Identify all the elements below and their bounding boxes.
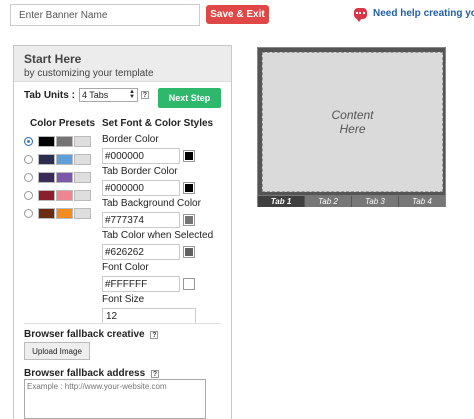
preview-tab-2[interactable]: Tab 2 (305, 196, 352, 207)
preset-swatch (38, 153, 55, 165)
fallback-creative-label: Browser fallback creative ? (24, 329, 159, 340)
preview-tab-3[interactable]: Tab 3 (352, 196, 399, 207)
banner-preview: Content Here Tab 1 Tab 2 Tab 3 Tab 4 (257, 47, 446, 207)
color-preset-2[interactable] (24, 153, 101, 165)
color-hex-input[interactable]: #626262 (102, 243, 180, 260)
preset-swatch (38, 135, 55, 147)
font-size-input[interactable]: 12 (102, 307, 196, 324)
tab-units-select[interactable]: 4 Tabs ▲ ▼ (78, 88, 138, 102)
upload-image-button[interactable]: Upload Image (24, 342, 90, 360)
color-presets-title: Color Presets (29, 118, 96, 129)
preset-swatch (56, 153, 73, 165)
style-field-label: Border Color (102, 134, 159, 145)
preset-swatch (56, 189, 73, 201)
preset-swatch (74, 171, 91, 183)
customize-panel: Start Here by customizing your template … (13, 45, 232, 419)
preset-radio[interactable] (24, 208, 33, 218)
preset-radio[interactable] (24, 136, 33, 146)
preset-swatch (38, 189, 55, 201)
tab-units-row: Tab Units : 4 Tabs ▲ ▼ ? (24, 88, 149, 102)
fallback-address-input[interactable] (24, 379, 206, 419)
color-hex-input[interactable]: #000000 (102, 147, 180, 164)
color-hex-input[interactable]: #FFFFFF (102, 275, 180, 292)
preset-radio[interactable] (24, 154, 33, 164)
color-preset-5[interactable] (24, 207, 101, 219)
fallback-creative-text: Browser fallback creative (24, 329, 145, 340)
style-field-label: Tab Background Color (102, 198, 201, 209)
fallback-address-text: Browser fallback address (24, 368, 146, 379)
styles-title: Set Font & Color Styles (102, 118, 214, 129)
help-link[interactable]: Need help creating your c (373, 8, 474, 19)
content-text-line2: Here (339, 122, 366, 136)
color-preset-4[interactable] (24, 189, 101, 201)
preview-tab-row: Tab 1 Tab 2 Tab 3 Tab 4 (258, 195, 445, 207)
panel-header: Start Here by customizing your template (14, 46, 231, 82)
style-field-label: Tab Color when Selected (102, 230, 214, 241)
preset-swatch (74, 135, 91, 147)
preview-tab-1[interactable]: Tab 1 (258, 196, 305, 207)
chat-bubble-icon (354, 8, 367, 22)
preview-tab-4[interactable]: Tab 4 (399, 196, 445, 207)
panel-title: Start Here (24, 52, 82, 66)
save-exit-button[interactable]: Save & Exit (206, 5, 269, 24)
preset-swatch (74, 189, 91, 201)
content-text-line1: Content (331, 108, 374, 122)
preset-swatch (74, 207, 91, 219)
preset-swatch (56, 207, 73, 219)
color-presets: Color Presets (24, 118, 101, 225)
divider (24, 323, 221, 324)
help-link-group[interactable]: Need help creating your c (354, 8, 474, 22)
select-arrows-icon: ▲ ▼ (128, 89, 135, 100)
tab-units-help-icon[interactable]: ? (140, 91, 149, 99)
color-picker-icon[interactable] (183, 277, 195, 290)
preset-swatch (74, 153, 91, 165)
fallback-address-help-icon[interactable]: ? (150, 370, 159, 378)
color-picker-icon[interactable] (183, 181, 195, 194)
tab-units-value: 4 Tabs (81, 90, 109, 100)
preset-swatch (56, 171, 73, 183)
color-preset-3[interactable] (24, 171, 101, 183)
preset-swatch (38, 171, 55, 183)
fallback-address-label: Browser fallback address ? (24, 368, 159, 379)
font-color-styles: Set Font & Color Styles Border Color #000… (102, 118, 230, 324)
panel-subtitle: by customizing your template (24, 68, 154, 79)
preset-radio[interactable] (24, 190, 33, 200)
color-hex-input[interactable]: #000000 (102, 179, 180, 196)
style-field-label: Tab Border Color (102, 166, 178, 177)
content-placeholder: Content Here (262, 52, 443, 192)
tab-units-label: Tab Units : (24, 89, 75, 101)
style-field-label: Font Color (102, 262, 149, 273)
color-picker-icon[interactable] (183, 213, 195, 226)
preset-swatch (56, 135, 73, 147)
color-hex-input[interactable]: #777374 (102, 211, 180, 228)
fallback-creative-help-icon[interactable]: ? (150, 331, 159, 339)
font-size-label: Font Size (102, 294, 145, 305)
next-step-button[interactable]: Next Step (158, 88, 221, 108)
color-picker-icon[interactable] (183, 245, 195, 258)
color-picker-icon[interactable] (183, 149, 195, 162)
preset-swatch (38, 207, 55, 219)
banner-name-input[interactable] (10, 4, 200, 26)
color-preset-1[interactable] (24, 135, 101, 147)
preset-radio[interactable] (24, 172, 33, 182)
